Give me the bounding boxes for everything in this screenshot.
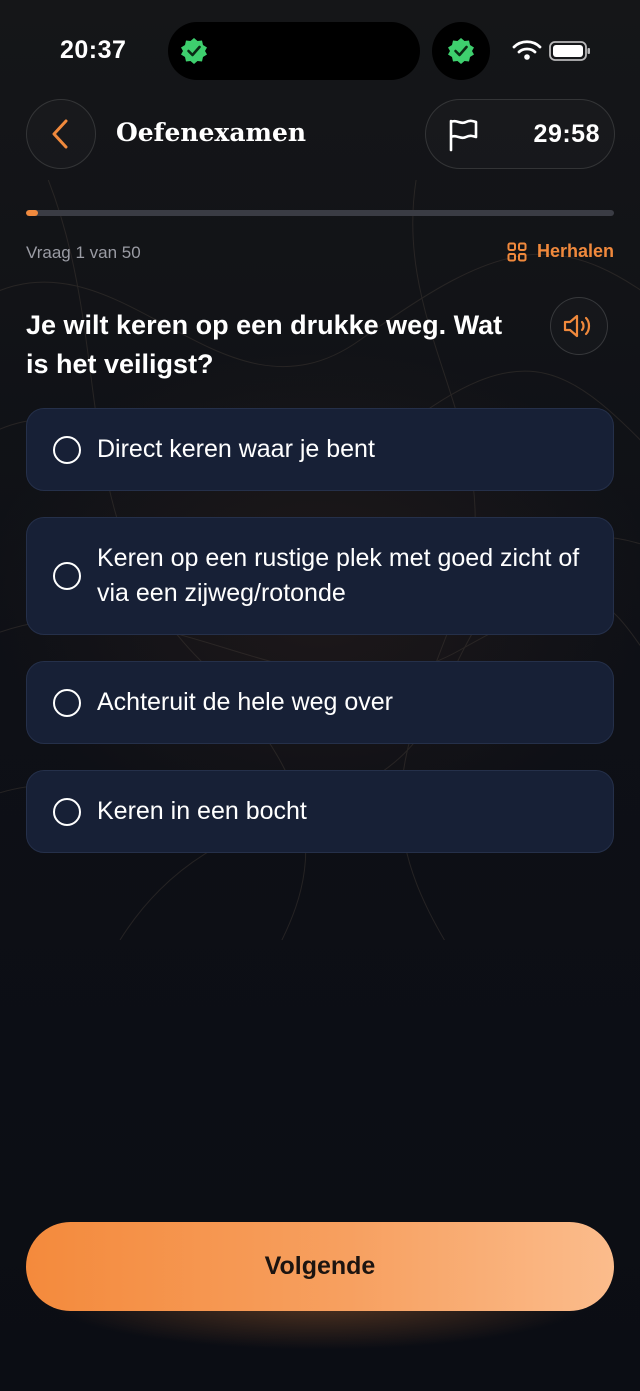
- flag-icon[interactable]: [446, 118, 480, 152]
- battery-icon: [549, 41, 590, 61]
- status-time: 20:37: [60, 36, 127, 64]
- page-title: Oefenexamen: [116, 118, 307, 147]
- speaker-icon: [563, 314, 591, 338]
- answer-label: Achteruit de hele weg over: [97, 688, 394, 716]
- progress-bar: [26, 210, 614, 216]
- answer-option-2[interactable]: Keren op een rustige plek met goed zicht…: [26, 517, 614, 635]
- radio-button[interactable]: [53, 562, 81, 590]
- verified-badge-icon: [448, 38, 474, 64]
- radio-button[interactable]: [53, 435, 81, 464]
- radio-button[interactable]: [53, 688, 81, 717]
- answer-label: Direct keren waar je bent: [97, 435, 375, 463]
- next-button[interactable]: Volgende: [26, 1222, 614, 1311]
- question-counter: Vraag 1 van 50: [26, 243, 141, 262]
- exam-controls: 29:58: [425, 99, 615, 169]
- answer-option-4[interactable]: Keren in een bocht: [26, 770, 614, 853]
- question-text: Je wilt keren op een drukke weg. Wat is …: [26, 310, 503, 379]
- answer-label: Keren in een bocht: [97, 797, 307, 825]
- answer-option-3[interactable]: Achteruit de hele weg over: [26, 661, 614, 744]
- answer-label: Keren op een rustige plek met goed zicht…: [97, 544, 580, 607]
- next-button-label: Volgende: [264, 1252, 376, 1280]
- answer-option-1[interactable]: Direct keren waar je bent: [26, 408, 614, 491]
- grid-icon: [507, 242, 527, 261]
- chevron-left-icon: [52, 119, 68, 149]
- repeat-button[interactable]: Herhalen: [507, 241, 614, 262]
- status-icons: [512, 40, 590, 61]
- verified-badge-icon: [181, 38, 207, 64]
- wifi-dot: [524, 54, 530, 60]
- progress-fill: [26, 210, 38, 216]
- read-aloud-button[interactable]: [550, 297, 608, 355]
- back-button[interactable]: [26, 99, 96, 169]
- radio-button[interactable]: [53, 797, 81, 826]
- wifi-icon: [512, 40, 542, 54]
- countdown-timer: 29:58: [533, 120, 600, 148]
- repeat-label: Herhalen: [536, 241, 614, 261]
